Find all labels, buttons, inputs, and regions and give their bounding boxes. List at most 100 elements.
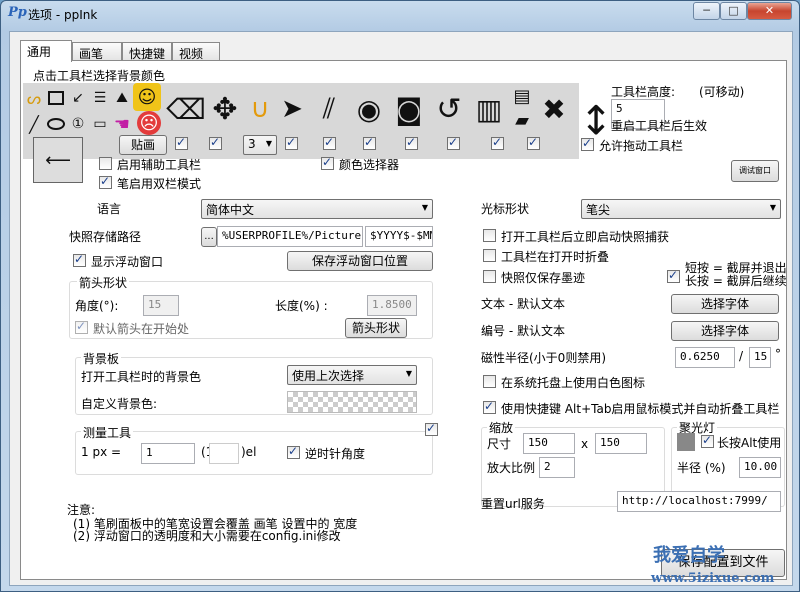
snapshot-path-input[interactable]: %USERPROFILE%/Pictures/	[217, 226, 363, 247]
color-preview-icon[interactable]: ⟵	[33, 137, 83, 183]
alt-tab-checkbox[interactable]	[483, 399, 496, 414]
close-toolbar-icon[interactable]: ✖	[537, 89, 571, 129]
pen-double-row-checkbox[interactable]	[99, 174, 112, 189]
watermark-url: www.5izixue.com	[651, 571, 775, 586]
arrow-shape-button[interactable]: 箭头形状	[345, 318, 407, 338]
magnet-icon[interactable]: ∪	[245, 87, 275, 131]
text-font-label: 文本 - 默认文本	[481, 297, 565, 311]
cursor-select[interactable]: 笔尖	[581, 199, 781, 219]
show-float-checkbox[interactable]	[73, 252, 86, 267]
toolbar-check-8[interactable]	[491, 135, 504, 150]
color-picker-checkbox[interactable]	[321, 155, 334, 170]
number-font-button[interactable]: 选择字体	[671, 321, 779, 341]
browse-button[interactable]: ...	[201, 227, 217, 247]
toolbar-check-4[interactable]	[323, 135, 336, 150]
image-icon[interactable]: ⛰	[111, 87, 133, 109]
counterclockwise-checkbox[interactable]	[287, 444, 300, 459]
snapshot-ink-only-label: 快照仅保存墨迹	[501, 271, 586, 285]
auto-snapshot-checkbox[interactable]	[483, 229, 496, 242]
toolbar-check-1[interactable]	[175, 135, 188, 150]
save-float-pos-button[interactable]: 保存浮动窗口位置	[287, 251, 433, 271]
zoom-scale-input[interactable]: 2	[539, 457, 575, 478]
tray-white-label: 在系统托盘上使用白色图标	[501, 376, 646, 390]
maximize-button[interactable]: □	[720, 2, 747, 20]
measure-value-input[interactable]: 1	[141, 443, 195, 464]
aux-toolbar-label: 启用辅助工具栏	[117, 158, 202, 172]
eraser-icon[interactable]: ⌫	[166, 89, 206, 129]
tab-general[interactable]: 通用	[20, 40, 72, 62]
spotlight-radius-input[interactable]: 10.00	[739, 457, 781, 478]
arrow-length-input[interactable]: 1.8500	[367, 295, 417, 316]
number-font-label: 编号 - 默认文本	[481, 324, 565, 338]
arrow-default-start-checkbox[interactable]	[75, 319, 88, 334]
alt-tab-label: 使用快捷键 Alt+Tab启用鼠标模式并自动折叠工具栏	[501, 402, 780, 416]
size-select[interactable]: 3	[243, 135, 277, 155]
measure-unit-input[interactable]	[209, 443, 239, 464]
zoom-width-input[interactable]: 150	[523, 433, 575, 454]
line-width-icon[interactable]: ⫽	[311, 89, 347, 129]
undo-icon[interactable]: ↺	[431, 89, 467, 129]
open-folder-icon[interactable]: ▰	[509, 109, 535, 131]
tab-hotkeys[interactable]: 快捷键	[122, 42, 172, 61]
language-select[interactable]: 简体中文	[201, 199, 433, 219]
fold-on-open-checkbox[interactable]	[483, 249, 496, 262]
text-box-icon[interactable]: ▭	[89, 113, 111, 135]
ellipse-icon[interactable]	[45, 113, 67, 135]
camera-icon[interactable]: ◙	[391, 89, 427, 129]
minimize-button[interactable]: ─	[693, 2, 720, 20]
arrow-angle-input[interactable]: 15	[143, 295, 179, 316]
lasso-icon[interactable]: ᔕ	[23, 87, 45, 109]
number-tag-icon[interactable]: ①	[67, 113, 89, 135]
close-button[interactable]: ✕	[747, 2, 792, 20]
tab-video[interactable]: 视频	[172, 42, 220, 61]
trash-icon[interactable]: ▥	[471, 89, 507, 129]
magnet-radius-input[interactable]: 0.6250	[675, 347, 735, 368]
line-icon[interactable]: ╱	[23, 113, 45, 135]
move-icon[interactable]: ✥	[207, 89, 243, 129]
open-bg-select[interactable]: 使用上次选择	[287, 365, 417, 385]
dialog-body: 通用 画笔 快捷键 视频 点击工具栏选择背景颜色 ᔕ ↙ ☰ ⛰ ☺ ╱ ① ▭…	[9, 31, 793, 586]
url-input[interactable]: http://localhost:7999/	[617, 491, 781, 512]
snapshot-ink-only-checkbox[interactable]	[483, 270, 496, 283]
cursor-arrow-icon[interactable]: ➤	[277, 89, 307, 129]
tray-white-checkbox[interactable]	[483, 375, 496, 388]
toolbar-check-7[interactable]	[447, 135, 460, 150]
arrow-line-icon[interactable]: ↙	[67, 87, 89, 109]
sad-face-icon[interactable]: ☹	[137, 111, 161, 135]
zoom-height-input[interactable]: 150	[595, 433, 647, 454]
measure-group-title: 测量工具	[81, 424, 134, 441]
toolbar-check-6[interactable]	[405, 135, 418, 150]
show-float-label: 显示浮动窗口	[91, 255, 164, 269]
visibility-eye-icon[interactable]: ◉	[351, 89, 387, 129]
allow-drag-checkbox[interactable]	[581, 136, 594, 151]
custom-bg-label: 自定义背景色:	[81, 397, 158, 411]
toolbar-check-3[interactable]	[285, 135, 298, 150]
text-lines-icon[interactable]: ☰	[89, 87, 111, 109]
tab-pens[interactable]: 画笔	[72, 42, 122, 61]
general-page: 点击工具栏选择背景颜色 ᔕ ↙ ☰ ⛰ ☺ ╱ ① ▭ ☚ ☹ ⌫ ✥ ∪ ➤ …	[20, 60, 787, 580]
allow-drag-label: 允许拖动工具栏	[599, 139, 684, 153]
measure-checkbox[interactable]	[425, 421, 438, 436]
custom-bg-swatch[interactable]	[287, 391, 417, 413]
shortcut-mode-checkbox[interactable]	[667, 268, 680, 283]
text-font-button[interactable]: 选择字体	[671, 294, 779, 314]
toolbar-check-9[interactable]	[527, 135, 540, 150]
magnet-angle-input[interactable]: 15	[749, 347, 771, 368]
pen-double-row-label: 笔启用双栏模式	[117, 177, 202, 191]
spotlight-color-swatch[interactable]	[677, 433, 695, 451]
snap-image-button[interactable]: 贴画	[119, 135, 167, 155]
magnet-separator: /	[739, 349, 744, 363]
magnet-angle-unit: °	[775, 347, 781, 361]
save-icon[interactable]: ▤	[509, 85, 535, 107]
debug-window-button[interactable]: 调试窗口	[731, 160, 779, 182]
rectangle-icon[interactable]	[45, 87, 67, 109]
toolbar-check-5[interactable]	[363, 135, 376, 150]
title-bar[interactable]: Pp 选项 - ppInk ─ □ ✕	[1, 1, 799, 27]
aux-toolbar-checkbox[interactable]	[99, 157, 112, 170]
zoom-group-title: 缩放	[487, 419, 516, 436]
toolbar-check-2[interactable]	[209, 135, 222, 150]
pointer-hand-icon[interactable]: ☚	[111, 113, 133, 135]
smiley-icon[interactable]: ☺	[133, 83, 161, 111]
snapshot-pattern-input[interactable]: $YYYY$-$MM$	[365, 226, 433, 247]
spotlight-long-alt-checkbox[interactable]	[701, 433, 714, 448]
